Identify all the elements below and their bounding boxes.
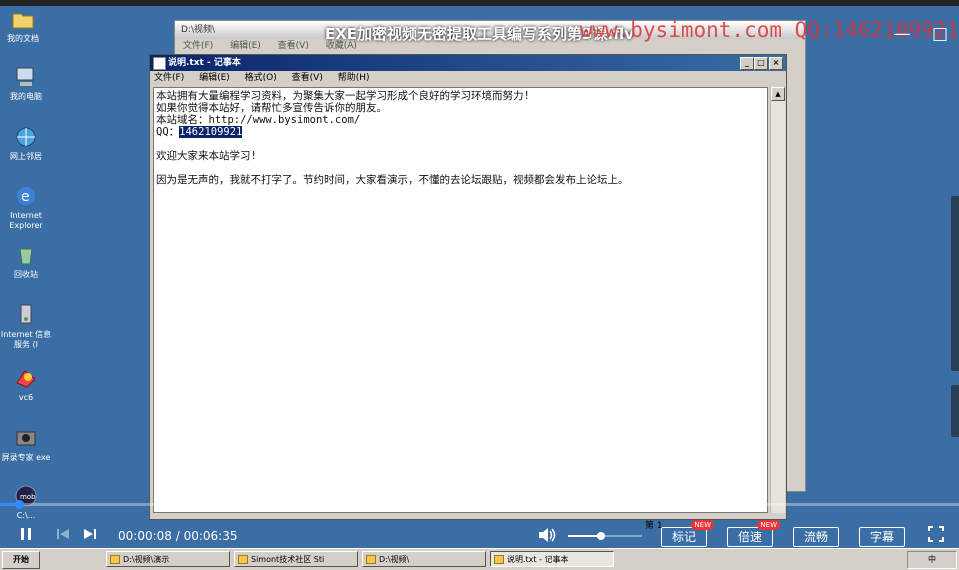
menu-help[interactable]: 帮助(H) [338, 73, 370, 83]
notepad-title: 说明.txt - 记事本 [168, 58, 241, 68]
player-maximize-icon[interactable]: □ [930, 24, 950, 44]
time-current: 00:00:08 [118, 529, 172, 543]
qq-prefix: QQ： [156, 126, 180, 138]
next-icon[interactable] [80, 526, 100, 546]
recorder-icon [16, 431, 36, 446]
fullscreen-icon[interactable] [926, 526, 946, 546]
taskbar-item[interactable]: D:\视频\演示 [106, 551, 230, 567]
vertical-scrollbar[interactable]: ▲ [770, 87, 785, 513]
desktop-icon-my-computer[interactable]: 我的电脑 [0, 64, 53, 102]
previous-icon[interactable] [53, 526, 73, 546]
notepad-icon [494, 555, 504, 564]
side-panel-tab[interactable] [951, 196, 959, 371]
text-line: 本站拥有大量编程学习资料，为聚集大家一起学习形成个良好的学习环境而努力! [156, 90, 530, 102]
desktop-icon-label: 屏录专家 exe [1, 453, 51, 462]
folder-icon [366, 555, 376, 564]
volume-slider[interactable] [568, 532, 642, 540]
minimize-button[interactable]: _ [740, 57, 754, 70]
network-icon [16, 127, 36, 147]
desktop-icon-app[interactable]: mob C:\... [0, 483, 53, 521]
desktop-icon-label: vc6 [18, 393, 34, 402]
subtitle-label: 字幕 [869, 530, 894, 544]
notepad-titlebar[interactable]: 说明.txt - 记事本 _ □ × [150, 55, 786, 71]
desktop-icon-label: 回收站 [14, 270, 38, 279]
speed-button[interactable]: 倍速 NEW [727, 520, 780, 547]
taskbar-item[interactable]: D:\视频\ [362, 551, 486, 567]
qq-selected-text: 1462109921 [179, 126, 243, 138]
note-line: 因为是无声的，我就不打字了。节约时间，大家看演示，不懂的去论坛跟贴，视频都会发布… [156, 174, 629, 186]
recycle-bin-icon [19, 248, 33, 265]
desktop-icon-vc6[interactable]: vc6 [0, 365, 53, 403]
system-tray[interactable]: 中 [907, 551, 957, 569]
new-badge: NEW [691, 520, 714, 530]
desktop-icon-iis[interactable]: Internet 信息服务 (I [0, 302, 53, 350]
text-line: 本站域名：http://www.bysimont.com/ [156, 114, 361, 126]
close-button[interactable]: × [769, 57, 783, 70]
top-strip [0, 0, 959, 6]
desktop-icon-network[interactable]: 网上邻居 [0, 124, 53, 162]
menu-edit[interactable]: 编辑(E) [199, 73, 230, 83]
taskbar-item-label: D:\视频\ [379, 555, 410, 564]
volume-fill [568, 535, 602, 537]
time-display: 00:00:08 / 00:06:35 [118, 526, 237, 546]
desktop-icon-recycle-bin[interactable]: 回收站 [0, 242, 53, 280]
desktop-icon-label: 我的电脑 [10, 92, 42, 101]
notepad-menu: 文件(F) 编辑(E) 格式(O) 查看(V) 帮助(H) [150, 71, 786, 85]
vc6-icon [16, 370, 36, 388]
desktop-icon-label: Internet 信息服务 (I [0, 330, 52, 349]
welcome-line: 欢迎大家来本站学习! [156, 150, 257, 162]
desktop-icon-recorder[interactable]: 屏录专家 exe [0, 425, 53, 463]
speed-label: 倍速 [737, 530, 762, 544]
desktop: 我的文档 我的电脑 网上邻居 e Internet Explorer 回收站 I… [0, 0, 959, 570]
scroll-up-icon[interactable]: ▲ [771, 87, 785, 101]
time-total: 00:06:35 [183, 529, 238, 543]
subtitle-button[interactable]: 字幕 [859, 527, 905, 547]
menu-view[interactable]: 查看(V) [292, 73, 323, 83]
taskbar-item-label: Simont技术社区 Sti [251, 555, 325, 564]
qq-line: QQ：1462109921 [156, 126, 767, 138]
new-badge: NEW [757, 520, 780, 530]
desktop-icon-internet-explorer[interactable]: e Internet Explorer [0, 183, 53, 231]
taskbar-item-label: D:\视频\演示 [123, 555, 170, 564]
quality-label: 流畅 [803, 530, 828, 544]
ie-icon: e [17, 187, 35, 205]
maximize-button[interactable]: □ [754, 57, 768, 70]
taskbar: 开始 D:\视频\演示 Simont技术社区 Sti D:\视频\ 说明.txt… [0, 548, 959, 570]
pause-icon[interactable] [16, 526, 36, 546]
menu-file[interactable]: 文件(F) [154, 73, 184, 83]
time-separator: / [171, 529, 184, 543]
menu-format[interactable]: 格式(O) [245, 73, 277, 83]
desktop-icon-label: 网上邻居 [10, 152, 42, 161]
volume-icon[interactable] [536, 526, 558, 546]
bookmark-button[interactable]: 标记 NEW [661, 520, 714, 547]
iis-icon [20, 304, 32, 324]
taskbar-item-label: 说明.txt - 记事本 [507, 555, 569, 564]
desktop-icon-label: Internet Explorer [9, 211, 43, 230]
notepad-window[interactable]: 说明.txt - 记事本 _ □ × 文件(F) 编辑(E) 格式(O) 查看(… [149, 54, 787, 531]
svg-text:e: e [21, 189, 30, 205]
computer-icon [16, 67, 34, 86]
quality-button[interactable]: 流畅 [793, 527, 839, 547]
start-button[interactable]: 开始 [2, 551, 40, 569]
side-panel-tab[interactable] [951, 385, 959, 437]
notepad-app-icon [153, 57, 166, 70]
browser-icon [238, 555, 248, 564]
taskbar-item[interactable]: 说明.txt - 记事本 [490, 551, 614, 567]
folder-icon [110, 555, 120, 564]
bookmark-label: 标记 [671, 530, 696, 544]
svg-text:mob: mob [20, 493, 36, 501]
text-line: 如果你觉得本站好，请帮忙多宣传告诉你的朋友。 [156, 102, 387, 114]
volume-knob[interactable] [597, 532, 606, 540]
video-progress-bar[interactable] [0, 500, 959, 509]
player-minimize-icon[interactable]: — [892, 24, 912, 44]
taskbar-item[interactable]: Simont技术社区 Sti [234, 551, 358, 567]
notepad-text-area[interactable]: 本站拥有大量编程学习资料，为聚集大家一起学习形成个良好的学习环境而努力! 如果你… [153, 87, 768, 513]
